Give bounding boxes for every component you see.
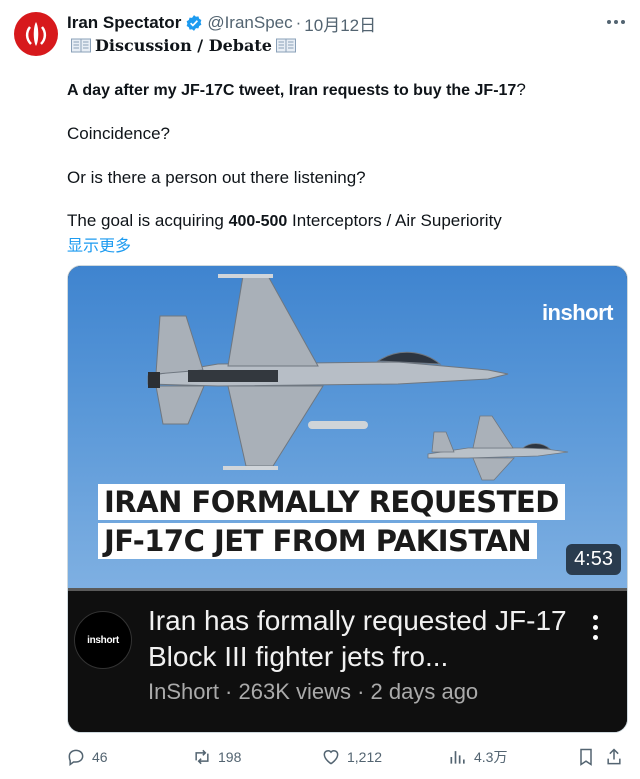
video-thumbnail[interactable]: inshort IRAN FORMALLY REQUESTED JF-17C J… [68,266,627,591]
like-button[interactable]: 1,212 [321,747,382,767]
tweet-line-4-pre: The goal is acquiring [67,211,229,230]
separator: · [295,13,302,32]
video-info-card[interactable]: inshort Iran has formally requested JF-1… [68,591,627,732]
tweet-line-1-bold: A day after my JF-17C tweet, Iran reques… [67,82,517,99]
share-icon [607,748,621,765]
tweet-line-4: The goal is acquiring 400-500 Intercepto… [67,210,627,233]
tweet-header: Iran Spectator @IranSpec · 10月12日 [67,11,620,36]
video-headline-2: JF-17C JET FROM PAKISTAN [98,523,538,559]
subtitle-text: Discussion / Debate [95,36,272,55]
like-icon [323,750,339,765]
bookmark-button[interactable] [576,747,602,767]
share-button[interactable] [604,747,630,767]
verified-badge-icon [186,15,202,31]
tweet-line-4-bold: 400-500 [228,213,288,230]
video-options-icon[interactable] [593,615,599,640]
like-count: 1,212 [347,749,383,765]
tweet-line-4-post: Interceptors / Air Superiority [287,211,502,230]
show-more-link[interactable]: 显示更多 [67,232,131,256]
bookmark-icon [580,748,592,766]
tweet-line-2: Coincidence? [67,124,171,143]
reply-button[interactable]: 46 [66,747,108,767]
tweet-line-1-end: ? [516,80,526,99]
repost-button[interactable]: 198 [192,747,241,767]
views-button[interactable]: 4.3万 [448,747,507,767]
author-avatar[interactable] [14,12,58,56]
video-headline-1: IRAN FORMALLY REQUESTED [98,484,565,520]
repost-count: 198 [218,749,242,765]
tweet-line-1: A day after my JF-17C tweet, Iran reques… [67,79,627,102]
tweet-line-3: Or is there a person out there listening… [67,168,366,187]
video-title[interactable]: Iran has formally requested JF-17 Block … [148,603,568,675]
video-embed[interactable]: inshort IRAN FORMALLY REQUESTED JF-17C J… [67,265,628,733]
channel-logo[interactable]: inshort [74,611,132,669]
reply-icon [68,749,84,766]
reply-count: 46 [92,749,108,765]
book-icon [71,38,91,53]
tweet-date[interactable]: 10月12日 [304,11,376,36]
views-count: 4.3万 [474,749,508,765]
tweet-actions: 46 198 1,212 4.3万 [66,747,626,771]
views-icon [450,751,465,764]
author-handle[interactable]: @IranSpec [207,13,292,33]
iran-emblem-icon [25,22,47,46]
video-brand-watermark: inshort [541,300,614,325]
video-duration: 4:53 [566,544,621,575]
author-name[interactable]: Iran Spectator [67,13,181,33]
author-bio-line: Discussion / Debate [67,36,300,55]
video-meta: InShort · 263K views · 2 days ago [148,679,479,704]
repost-icon [195,749,209,765]
more-icon[interactable] [604,10,628,34]
book-icon [275,38,296,53]
